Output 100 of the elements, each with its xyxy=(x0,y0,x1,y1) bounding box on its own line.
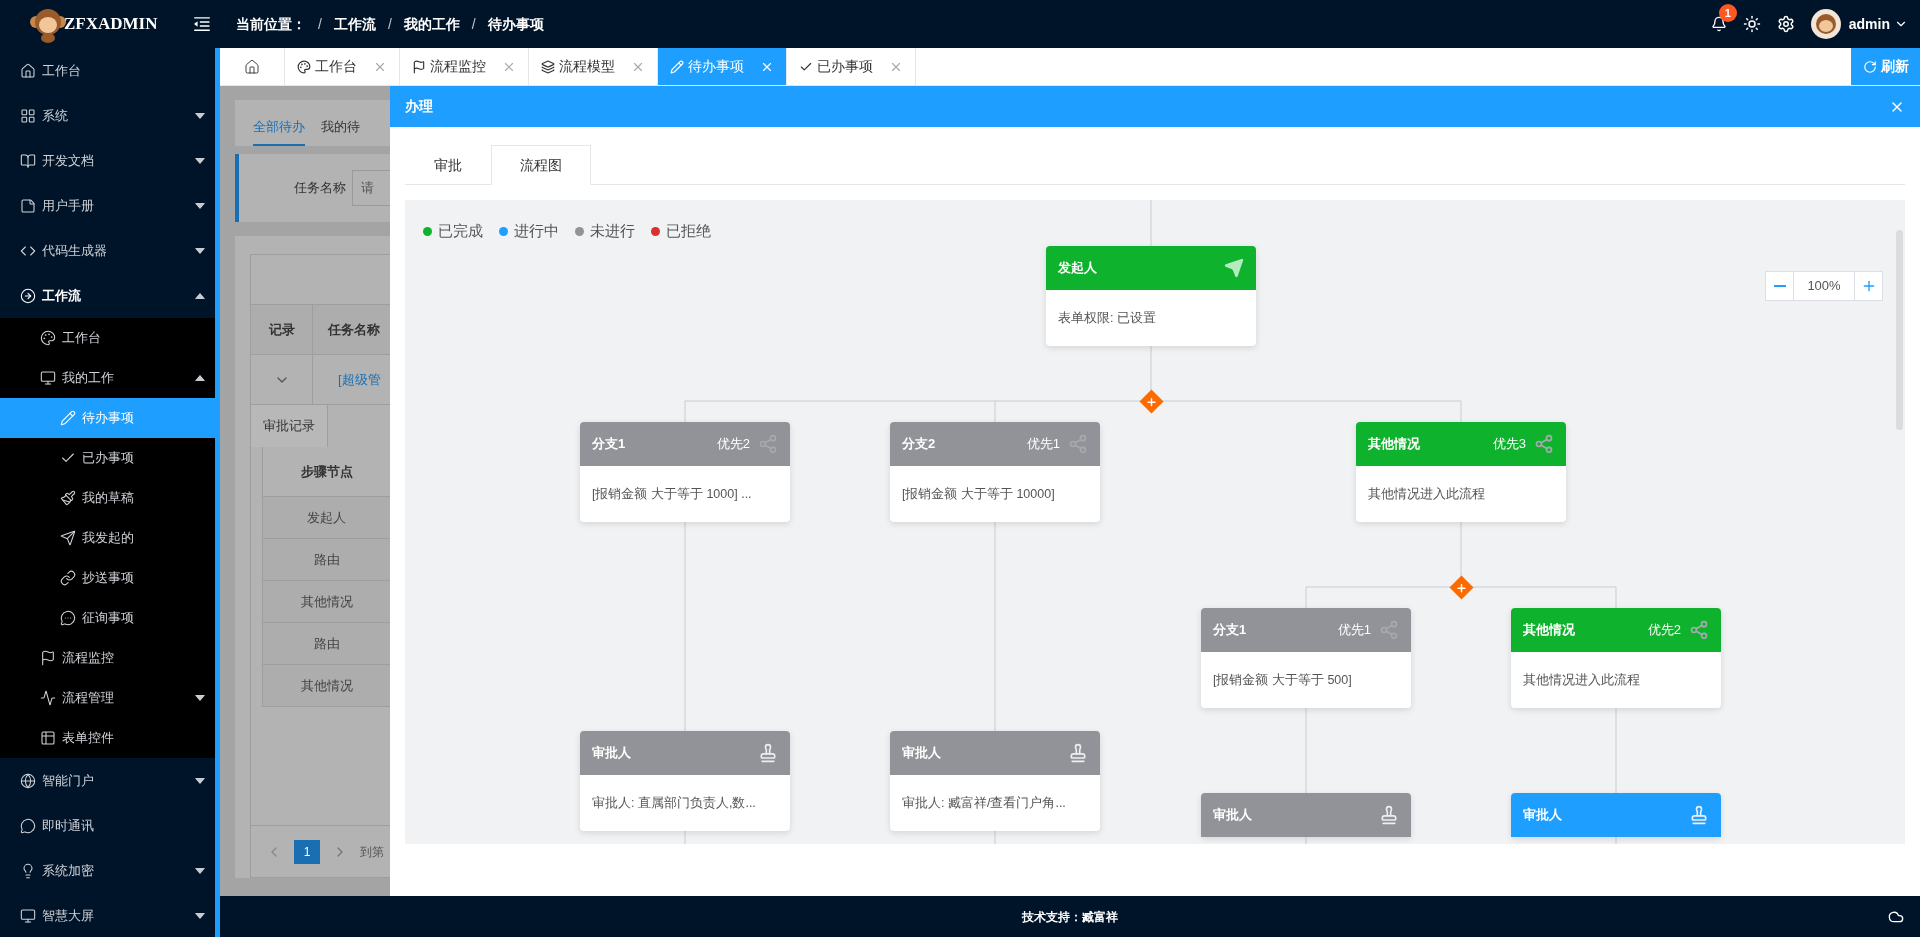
dialog-title: 办理 xyxy=(405,97,433,116)
node-description: 表单权限: 已设置 xyxy=(1058,309,1156,327)
settings-icon[interactable] xyxy=(1776,15,1795,33)
legend-label: 进行中 xyxy=(514,221,559,241)
page-tab[interactable]: 已办事项 xyxy=(787,48,916,85)
flow-node-card[interactable]: 其他情况 优先2 其他情况进入此流程 xyxy=(1511,608,1721,708)
dialog-tab[interactable]: 流程图 xyxy=(491,145,591,185)
share-icon xyxy=(1068,434,1088,454)
node-title: 审批人 xyxy=(902,744,941,763)
page-tab[interactable]: 流程监控 xyxy=(400,48,529,85)
dialog-tab[interactable]: 审批 xyxy=(405,145,491,185)
brush-icon xyxy=(60,490,76,506)
breadcrumb-link[interactable]: 我的工作 xyxy=(403,13,460,35)
node-title: 审批人 xyxy=(1523,806,1562,825)
search-field[interactable]: 请 xyxy=(352,170,390,206)
node-title: 审批人 xyxy=(1213,806,1252,825)
note-icon xyxy=(20,197,36,214)
logo-text: ZFXADMIN xyxy=(64,13,158,36)
plus-icon xyxy=(1455,581,1467,593)
sidebar-item[interactable]: 工作台 xyxy=(0,318,215,358)
home-icon xyxy=(244,58,260,75)
sidebar-item[interactable]: 我的工作 xyxy=(0,358,215,398)
sidebar-item[interactable]: 表单控件 xyxy=(0,718,215,758)
node-description: 其他情况进入此流程 xyxy=(1523,671,1640,689)
user-name[interactable]: admin xyxy=(1848,13,1890,35)
book-icon xyxy=(20,152,36,169)
paper-plane-icon xyxy=(60,530,76,546)
monitor-icon xyxy=(20,907,36,924)
flag-icon xyxy=(40,650,56,666)
monitor-icon xyxy=(40,370,56,386)
paper-plane-icon xyxy=(1224,258,1244,278)
breadcrumb-separator: / xyxy=(318,14,322,34)
share-icon xyxy=(1689,620,1709,640)
page-button[interactable]: 1 xyxy=(294,839,320,864)
grid-icon xyxy=(20,107,36,124)
node-priority: 优先2 xyxy=(1647,621,1681,640)
globe-icon xyxy=(20,772,36,789)
sidebar-item[interactable]: 流程管理 xyxy=(0,678,215,718)
flow-node-card[interactable]: 其他情况 优先3 其他情况进入此流程 xyxy=(1356,422,1566,522)
node-priority: 优先2 xyxy=(716,435,750,454)
node-title: 分支2 xyxy=(902,435,936,454)
sidebar-item[interactable]: 工作台 xyxy=(0,48,215,93)
flow-node-card[interactable]: 审批人 审批人: 臧富祥/查看门户角... xyxy=(890,731,1100,831)
palette-icon xyxy=(297,59,311,74)
sidebar-item[interactable]: 智慧大屏 xyxy=(0,893,215,937)
layers-icon xyxy=(541,59,555,74)
flow-node-card[interactable]: 分支1 优先2 [报销金额 大于等于 1000] ... xyxy=(580,422,790,522)
share-icon xyxy=(758,434,778,454)
link-icon xyxy=(60,570,76,586)
node-description: [报销金额 大于等于 500] xyxy=(1213,671,1352,689)
theme-icon[interactable] xyxy=(1742,15,1761,33)
breadcrumb-link[interactable]: 工作流 xyxy=(333,13,376,35)
sidebar-item[interactable]: 抄送事项 xyxy=(0,558,215,598)
sidebar-item[interactable]: 智能门户 xyxy=(0,758,215,803)
sidebar-item[interactable]: 工作流 xyxy=(0,273,215,318)
flow-node-card[interactable]: 审批人 审批人: 直属部门负责人,数... xyxy=(580,731,790,831)
node-title: 审批人 xyxy=(592,744,631,763)
node-description: [报销金额 大于等于 1000] ... xyxy=(592,485,752,503)
sidebar-item[interactable]: 已办事项 xyxy=(0,438,215,478)
breadcrumb-separator: / xyxy=(387,14,392,34)
home-icon xyxy=(20,62,36,79)
node-title: 其他情况 xyxy=(1368,435,1420,454)
breadcrumb-link[interactable]: 待办事项 xyxy=(487,13,544,35)
filter-tab[interactable]: 我的待 xyxy=(321,116,360,146)
chat-icon xyxy=(60,610,76,626)
sidebar-item[interactable]: 系统 xyxy=(0,93,215,138)
detail-tab[interactable]: 审批记录 xyxy=(251,405,328,447)
flow-node-card[interactable]: 发起人 表单权限: 已设置 xyxy=(1046,246,1256,346)
user-avatar[interactable] xyxy=(1810,9,1841,39)
table-cell: 路由 xyxy=(263,623,390,665)
table-cell: 路由 xyxy=(263,539,390,581)
sidebar-item[interactable]: 代码生成器 xyxy=(0,228,215,273)
sidebar-item[interactable]: 系统加密 xyxy=(0,848,215,893)
footer-text: 技术支持：臧富祥 xyxy=(1022,908,1118,926)
sidebar-item[interactable]: 我发起的 xyxy=(0,518,215,558)
pulse-icon xyxy=(40,690,56,706)
sidebar-item[interactable]: 流程监控 xyxy=(0,638,215,678)
stamp-icon xyxy=(1068,743,1088,763)
column-header: 记录 xyxy=(251,305,313,354)
sidebar-item[interactable]: 我的草稿 xyxy=(0,478,215,518)
flow-node-card[interactable]: 分支2 优先1 [报销金额 大于等于 10000] xyxy=(890,422,1100,522)
palette-icon xyxy=(40,330,56,346)
sidebar-item[interactable]: 用户手册 xyxy=(0,183,215,228)
node-title: 其他情况 xyxy=(1523,621,1575,640)
column-header: 任务名称 xyxy=(326,320,381,339)
sidebar-item[interactable]: 即时通讯 xyxy=(0,803,215,848)
sidebar-item[interactable]: 开发文档 xyxy=(0,138,215,183)
table-cell: 发起人 xyxy=(263,497,390,539)
table-cell: 其他情况 xyxy=(263,665,390,707)
sidebar-item[interactable]: 征询事项 xyxy=(0,598,215,638)
notification-icon[interactable] xyxy=(1710,16,1727,32)
node-title: 分支1 xyxy=(1213,621,1247,640)
node-description: 审批人: 直属部门负责人,数... xyxy=(592,794,756,812)
flow-node-card[interactable]: 分支1 优先1 [报销金额 大于等于 500] xyxy=(1201,608,1411,708)
menu-icon[interactable] xyxy=(192,14,212,34)
node-title: 分支1 xyxy=(592,435,626,454)
page-tab[interactable]: 工作台 xyxy=(285,48,400,85)
share-icon xyxy=(1534,434,1554,454)
stamp-icon xyxy=(1689,805,1709,825)
flag-icon xyxy=(412,59,426,74)
